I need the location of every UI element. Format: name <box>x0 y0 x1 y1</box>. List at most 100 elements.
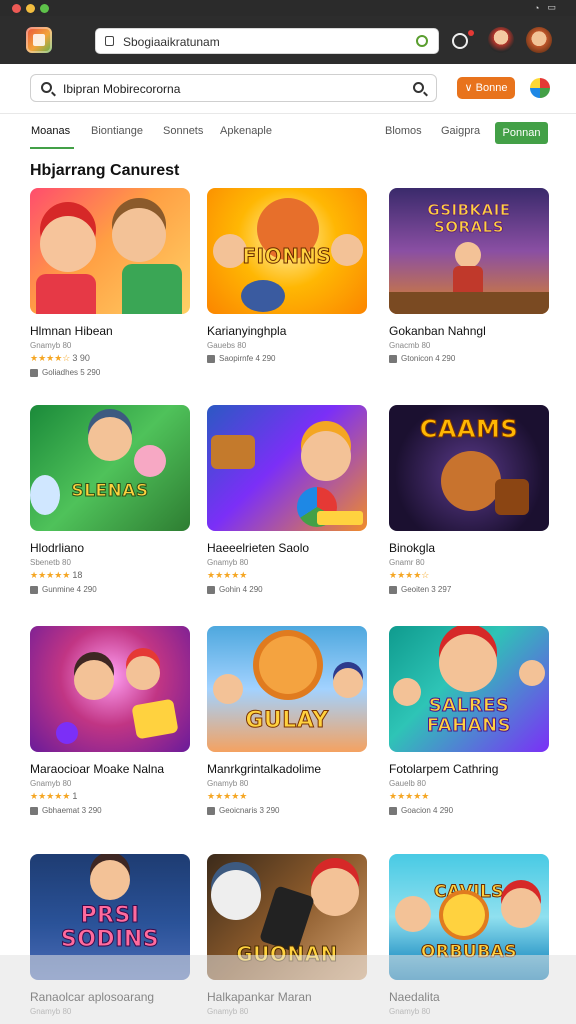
game-rating: ★★★★☆ 3 90 <box>30 353 90 363</box>
game-thumbnail[interactable] <box>30 626 190 752</box>
avatar[interactable] <box>488 27 514 53</box>
game-card[interactable]: Haeeelrieten Saolo Gnamyb 80 ★★★★★ Gohin… <box>207 405 367 594</box>
game-title: Binokgla <box>389 541 436 555</box>
title-bar: ◔ ▭ <box>0 0 576 16</box>
game-title: Naedalita <box>389 990 440 1004</box>
header-action-button[interactable]: ∨ Bonne <box>457 77 515 99</box>
players-icon <box>30 368 38 377</box>
game-thumbnail[interactable]: SLENAS <box>30 405 190 531</box>
game-rating: ★★★★☆ <box>389 570 430 580</box>
game-card[interactable]: SLENAS Hlodrliano Sbenetb 80 ★★★★★ 18 Gun… <box>30 405 190 594</box>
players-icon <box>30 585 38 594</box>
game-meta: Gnamyb 80 <box>30 341 72 350</box>
game-thumbnail[interactable]: GUONAN <box>207 854 367 980</box>
game-meta: Gauebs 80 <box>207 341 247 350</box>
category-tabs: Moanas Biontiange Sonnets Apkenaple Blom… <box>0 114 576 150</box>
game-title: Ranaolcar aplosoarang <box>30 990 155 1004</box>
cta-button[interactable]: Ponnan <box>495 122 548 144</box>
game-title: Haeeelrieten Saolo <box>207 541 310 555</box>
players-icon <box>30 806 38 815</box>
game-thumbnail[interactable]: FIONNS <box>207 188 367 314</box>
players-icon <box>207 806 215 815</box>
game-thumbnail[interactable]: SALRES FAHANS <box>389 626 549 752</box>
game-meta: Gnamyb 80 <box>207 779 249 788</box>
players-icon <box>207 585 215 594</box>
game-title: Fotolarpem Cathring <box>389 762 499 776</box>
game-meta: Gnamyb 80 <box>30 1007 72 1016</box>
game-card[interactable]: GUONAN Halkapankar Maran Gnamyb 80 <box>207 854 367 1016</box>
game-stats: Geoicnaris 3 290 <box>207 806 367 815</box>
tab-moanas[interactable]: Moanas <box>31 125 70 137</box>
game-title: Manrkgrintalkadolime <box>207 762 322 776</box>
battery-icon: ▭ <box>547 2 556 12</box>
game-card[interactable]: GULAY Manrkgrintalkadolime Gnamyb 80 ★★★… <box>207 626 367 815</box>
thumbnail-title: GUONAN <box>236 942 338 967</box>
game-card[interactable]: CAAMS Binokgla Gnamr 80 ★★★★☆ Geoiten 3 … <box>389 405 549 594</box>
thumbnail-title: SALRES FAHANS <box>426 695 512 736</box>
search-value: Ibipran Mobirecororna <box>63 82 181 96</box>
game-card[interactable]: Hlmnan Hibean Gnamyb 80 ★★★★☆ 3 90 Goliad… <box>30 188 190 377</box>
game-meta: Gnamyb 80 <box>30 779 72 788</box>
address-bar[interactable]: Sbogiaaikratunam <box>95 28 439 54</box>
game-card[interactable]: FIONNS Karianyinghpla Gauebs 80 Saopirnf… <box>207 188 367 363</box>
section-title: Hbjarrang Canurest <box>30 162 180 179</box>
game-stats: Gunmine 4 290 <box>30 585 190 594</box>
tab-apkenaple[interactable]: Apkenaple <box>220 125 272 137</box>
search-row: Ibipran Mobirecororna ∨ Bonne <box>0 64 576 114</box>
game-thumbnail[interactable]: GSIBKAIE SORALS <box>389 188 549 314</box>
game-rating: ★★★★★ <box>389 791 430 801</box>
thumbnail-title: PRSI SODINS <box>60 903 160 952</box>
chevron-down-icon: ∨ <box>464 82 476 94</box>
game-stats: Gohin 4 290 <box>207 585 367 594</box>
game-title: Halkapankar Maran <box>207 990 312 1004</box>
app-header: Sbogiaaikratunam <box>0 16 576 64</box>
game-rating: ★★★★★ <box>207 570 248 580</box>
game-stats: Gbhaemat 3 290 <box>30 806 190 815</box>
game-title: Hlodrliano <box>30 541 85 555</box>
lock-icon <box>105 36 114 46</box>
game-title: Maraocioar Moake Nalna <box>30 762 165 776</box>
header-action-label: Bonne <box>475 82 508 94</box>
game-title: Hlmnan Hibean <box>30 324 113 338</box>
game-meta: Gnacmb 80 <box>389 341 431 350</box>
game-rating: ★★★★★ 1 <box>30 791 78 801</box>
game-thumbnail[interactable]: CAVILS ORBUBAS <box>389 854 549 980</box>
game-title: Gokanban Nahngl <box>389 324 486 338</box>
minimize-window-button[interactable] <box>26 4 35 13</box>
rewards-icon[interactable] <box>530 78 550 98</box>
game-card[interactable]: PRSI SODINS Ranaolcar aplosoarang Gnamyb… <box>30 854 190 1016</box>
close-window-button[interactable] <box>12 4 21 13</box>
game-thumbnail[interactable]: GULAY <box>207 626 367 752</box>
notifications-icon[interactable] <box>452 33 468 49</box>
game-thumbnail[interactable]: PRSI SODINS <box>30 854 190 980</box>
app-logo-icon[interactable] <box>26 27 52 53</box>
active-tab-indicator <box>30 147 74 149</box>
game-thumbnail[interactable]: CAAMS <box>389 405 549 531</box>
game-card[interactable]: CAVILS ORBUBAS Naedalita Gnamyb 80 <box>389 854 549 1016</box>
game-stats: Geoiten 3 297 <box>389 585 549 594</box>
tab-blomos[interactable]: Blomos <box>385 125 422 137</box>
profile-avatar[interactable] <box>526 27 552 53</box>
game-stats: Goliadhes 5 290 <box>30 368 190 377</box>
tab-biontiange[interactable]: Biontiange <box>91 125 143 137</box>
maximize-window-button[interactable] <box>40 4 49 13</box>
search-submit-icon[interactable] <box>413 82 424 93</box>
game-meta: Gnamyb 80 <box>207 1007 249 1016</box>
thumbnail-title: CAAMS <box>419 415 519 444</box>
game-card[interactable]: GSIBKAIE SORALS Gokanban Nahngl Gnacmb 8… <box>389 188 549 363</box>
app-window: ◔ ▭ Sbogiaaikratunam Ibipran Mobirecoror… <box>0 0 576 1024</box>
search-icon[interactable] <box>416 35 428 47</box>
game-card[interactable]: Maraocioar Moake Nalna Gnamyb 80 ★★★★★ 1 … <box>30 626 190 815</box>
game-stats: Gtonicon 4 290 <box>389 354 549 363</box>
tab-gaigpra[interactable]: Gaigpra <box>441 125 480 137</box>
game-card[interactable]: SALRES FAHANS Fotolarpem Cathring Gauelb… <box>389 626 549 815</box>
game-meta: Gnamr 80 <box>389 558 425 567</box>
search-icon <box>41 82 52 93</box>
game-title: Karianyinghpla <box>207 324 287 338</box>
search-input[interactable]: Ibipran Mobirecororna <box>30 74 437 102</box>
game-meta: Gauelb 80 <box>389 779 426 788</box>
game-thumbnail[interactable] <box>207 405 367 531</box>
game-meta: Gnamyb 80 <box>389 1007 431 1016</box>
tab-sonnets[interactable]: Sonnets <box>163 125 203 137</box>
game-thumbnail[interactable] <box>30 188 190 314</box>
